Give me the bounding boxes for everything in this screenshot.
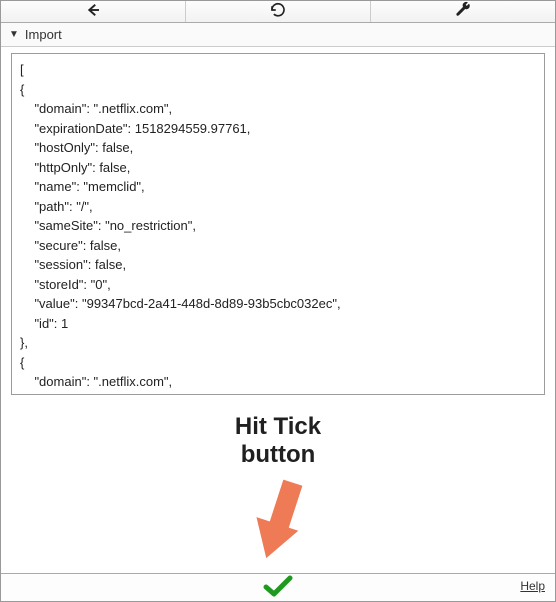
annotation-arrow-icon: [242, 474, 314, 573]
import-editor: [11, 53, 545, 395]
reload-button[interactable]: [186, 1, 371, 22]
toolbar: [1, 1, 555, 23]
annotation-text: Hit Tick button: [235, 413, 321, 468]
import-textarea[interactable]: [12, 54, 544, 394]
import-section-header[interactable]: ▼ Import: [1, 23, 555, 47]
section-title: Import: [25, 27, 62, 42]
help-link[interactable]: Help: [520, 579, 545, 593]
annotation-overlay: Hit Tick button: [1, 395, 555, 573]
settings-button[interactable]: [371, 1, 555, 22]
reload-icon: [269, 1, 287, 22]
footer: Help: [1, 573, 555, 601]
wrench-icon: [454, 1, 472, 22]
tick-icon: [263, 574, 293, 601]
back-arrow-icon: [84, 1, 102, 22]
confirm-button[interactable]: [263, 574, 293, 601]
collapse-triangle-icon: ▼: [9, 29, 19, 40]
editor-container: [1, 47, 555, 395]
back-button[interactable]: [1, 1, 186, 22]
